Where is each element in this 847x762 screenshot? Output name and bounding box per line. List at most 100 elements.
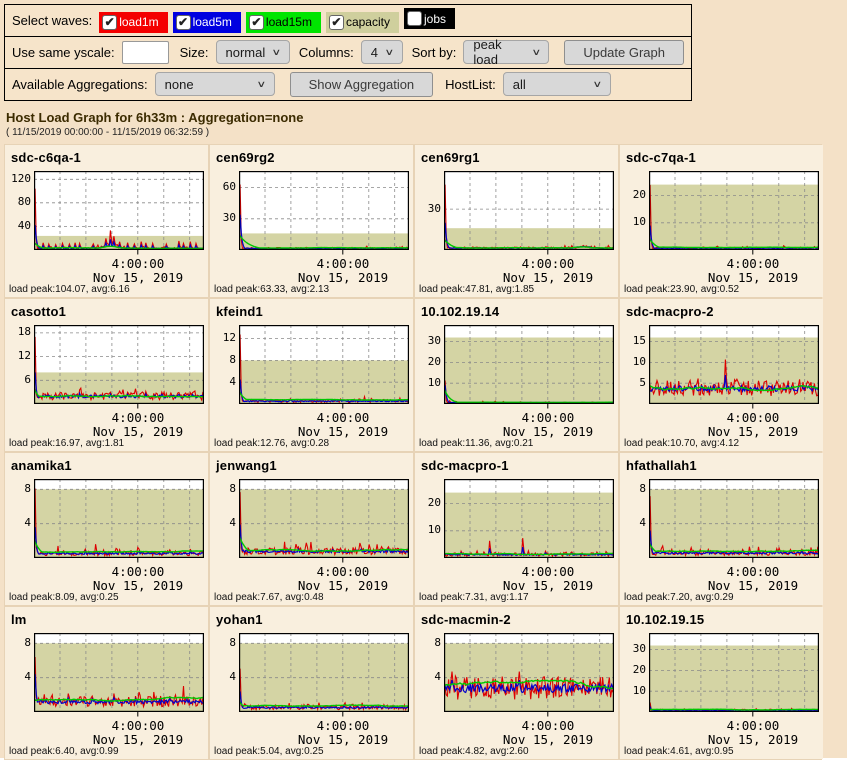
y-axis-tick-label: 4 <box>10 517 31 529</box>
checkbox-checked-icon[interactable]: ✔ <box>329 15 344 30</box>
host-graph-cell: 10.102.19.153020104:00:00Nov 15, 2019loa… <box>620 607 823 759</box>
y-axis-tick-label: 4 <box>625 517 646 529</box>
wave-toggle-capacity[interactable]: ✔capacity <box>326 12 399 33</box>
show-aggregation-button[interactable]: Show Aggregation <box>290 72 434 97</box>
x-axis-tick-label: 4:00:00 <box>112 564 165 579</box>
yscale-input[interactable] <box>122 41 169 64</box>
checkbox-checked-icon[interactable]: ✔ <box>176 15 191 30</box>
yscale-label: Use same yscale: <box>12 45 115 60</box>
host-graph-cell: anamika1844:00:00Nov 15, 2019load peak:8… <box>5 453 208 605</box>
host-name: sdc-macmin-2 <box>421 612 615 627</box>
load-graph-plot <box>444 325 614 409</box>
load-graph-plot <box>34 171 204 255</box>
wave-toggle-load1m[interactable]: ✔load1m <box>99 12 167 33</box>
sortby-select[interactable]: peak load ∨ <box>463 40 549 64</box>
y-axis-tick-label: 10 <box>420 377 441 389</box>
aggregation-row: Available Aggregations: none ∨ Show Aggr… <box>5 69 691 100</box>
x-axis-tick-label: 4:00:00 <box>112 256 165 271</box>
load-graph-plot <box>34 325 204 409</box>
x-axis-date-label: Nov 15, 2019 <box>708 732 798 747</box>
y-axis-tick-label: 20 <box>625 189 646 201</box>
page: Select waves: ✔load1m✔load5m✔load15m✔cap… <box>0 0 847 758</box>
load-chart: 844:00:00Nov 15, 2019 <box>215 633 410 746</box>
x-axis-tick-label: 4:00:00 <box>317 564 370 579</box>
control-panel: Select waves: ✔load1m✔load5m✔load15m✔cap… <box>4 4 692 101</box>
y-axis-tick-label: 18 <box>10 326 31 338</box>
load-peak-avg-text: load peak:7.67, avg:0.48 <box>214 592 324 603</box>
host-name: yohan1 <box>216 612 410 627</box>
x-axis-date-label: Nov 15, 2019 <box>503 732 593 747</box>
checkbox-checked-icon[interactable]: ✔ <box>102 15 117 30</box>
y-axis-tick-label: 10 <box>625 216 646 228</box>
host-graph-cell: lm844:00:00Nov 15, 2019load peak:6.40, a… <box>5 607 208 759</box>
host-name: sdc-c6qa-1 <box>11 150 205 165</box>
chevron-down-icon: ∨ <box>384 47 394 58</box>
x-axis-date-label: Nov 15, 2019 <box>93 578 183 593</box>
x-axis-date-label: Nov 15, 2019 <box>93 424 183 439</box>
host-graph-cell: sdc-macpro-120104:00:00Nov 15, 2019load … <box>415 453 618 605</box>
y-axis-tick-label: 20 <box>420 356 441 368</box>
x-axis-tick-label: 4:00:00 <box>727 718 780 733</box>
y-axis-tick-label: 10 <box>420 524 441 536</box>
x-axis-tick-label: 4:00:00 <box>727 410 780 425</box>
load-peak-avg-text: load peak:63.33, avg:2.13 <box>214 284 329 295</box>
load-peak-avg-text: load peak:8.09, avg:0.25 <box>9 592 119 603</box>
y-axis-tick-label: 4 <box>10 671 31 683</box>
hostlist-select[interactable]: all ∨ <box>503 72 611 96</box>
hostlist-select-value: all <box>513 77 526 92</box>
checkbox-unchecked-icon[interactable] <box>407 11 422 26</box>
load-graph-plot <box>239 479 409 563</box>
host-name: anamika1 <box>11 458 205 473</box>
load-chart: 12080404:00:00Nov 15, 2019 <box>10 171 205 284</box>
checkbox-checked-icon[interactable]: ✔ <box>249 15 264 30</box>
load-graph-plot <box>34 479 204 563</box>
y-axis-tick-label: 40 <box>10 220 31 232</box>
update-graph-button[interactable]: Update Graph <box>564 40 684 65</box>
x-axis-tick-label: 4:00:00 <box>317 718 370 733</box>
load-peak-avg-text: load peak:16.97, avg:1.81 <box>9 438 124 449</box>
y-axis-tick-label: 4 <box>215 376 236 388</box>
wave-label: load1m <box>119 15 158 29</box>
host-name: cen69rg1 <box>421 150 615 165</box>
y-axis-tick-label: 8 <box>625 483 646 495</box>
load-peak-avg-text: load peak:6.40, avg:0.99 <box>9 746 119 757</box>
host-graph-cell: 10.102.19.143020104:00:00Nov 15, 2019loa… <box>415 299 618 451</box>
load-graph-plot <box>239 171 409 255</box>
host-name: kfeind1 <box>216 304 410 319</box>
load-chart: 12844:00:00Nov 15, 2019 <box>215 325 410 438</box>
load-graph-plot <box>444 633 614 717</box>
host-name: sdc-macpro-2 <box>626 304 820 319</box>
aggregations-select[interactable]: none ∨ <box>155 72 275 96</box>
host-graph-cell: yohan1844:00:00Nov 15, 2019load peak:5.0… <box>210 607 413 759</box>
x-axis-date-label: Nov 15, 2019 <box>298 270 388 285</box>
x-axis-tick-label: 4:00:00 <box>727 256 780 271</box>
host-name: lm <box>11 612 205 627</box>
wave-toggle-load15m[interactable]: ✔load15m <box>246 12 321 33</box>
wave-toggles: ✔load1m✔load5m✔load15m✔capacityjobs <box>99 8 460 33</box>
size-select[interactable]: normal ∨ <box>216 40 290 64</box>
x-axis-date-label: Nov 15, 2019 <box>93 732 183 747</box>
y-axis-tick-label: 120 <box>10 173 31 185</box>
page-title: Host Load Graph for 6h33m : Aggregation=… <box>6 110 847 125</box>
y-axis-tick-label: 4 <box>215 671 236 683</box>
wave-toggle-load5m[interactable]: ✔load5m <box>173 12 241 33</box>
host-name: jenwang1 <box>216 458 410 473</box>
chevron-down-icon: ∨ <box>272 47 282 58</box>
y-axis-tick-label: 4 <box>215 517 236 529</box>
x-axis-tick-label: 4:00:00 <box>317 410 370 425</box>
host-name: cen69rg2 <box>216 150 410 165</box>
host-graph-cell: sdc-c6qa-112080404:00:00Nov 15, 2019load… <box>5 145 208 297</box>
x-axis-date-label: Nov 15, 2019 <box>708 578 798 593</box>
y-axis-tick-label: 20 <box>625 664 646 676</box>
wave-toggle-jobs[interactable]: jobs <box>404 8 455 29</box>
y-axis-tick-label: 8 <box>10 637 31 649</box>
x-axis-tick-label: 4:00:00 <box>522 718 575 733</box>
load-graph-plot <box>649 171 819 255</box>
load-graph-plot <box>444 171 614 255</box>
y-axis-tick-label: 10 <box>625 685 646 697</box>
wave-label: load15m <box>266 15 312 29</box>
load-peak-avg-text: load peak:47.81, avg:1.85 <box>419 284 534 295</box>
columns-select[interactable]: 4 ∨ <box>361 40 403 64</box>
host-graph-cell: casotto1181264:00:00Nov 15, 2019load pea… <box>5 299 208 451</box>
sortby-select-value: peak load <box>473 37 524 67</box>
